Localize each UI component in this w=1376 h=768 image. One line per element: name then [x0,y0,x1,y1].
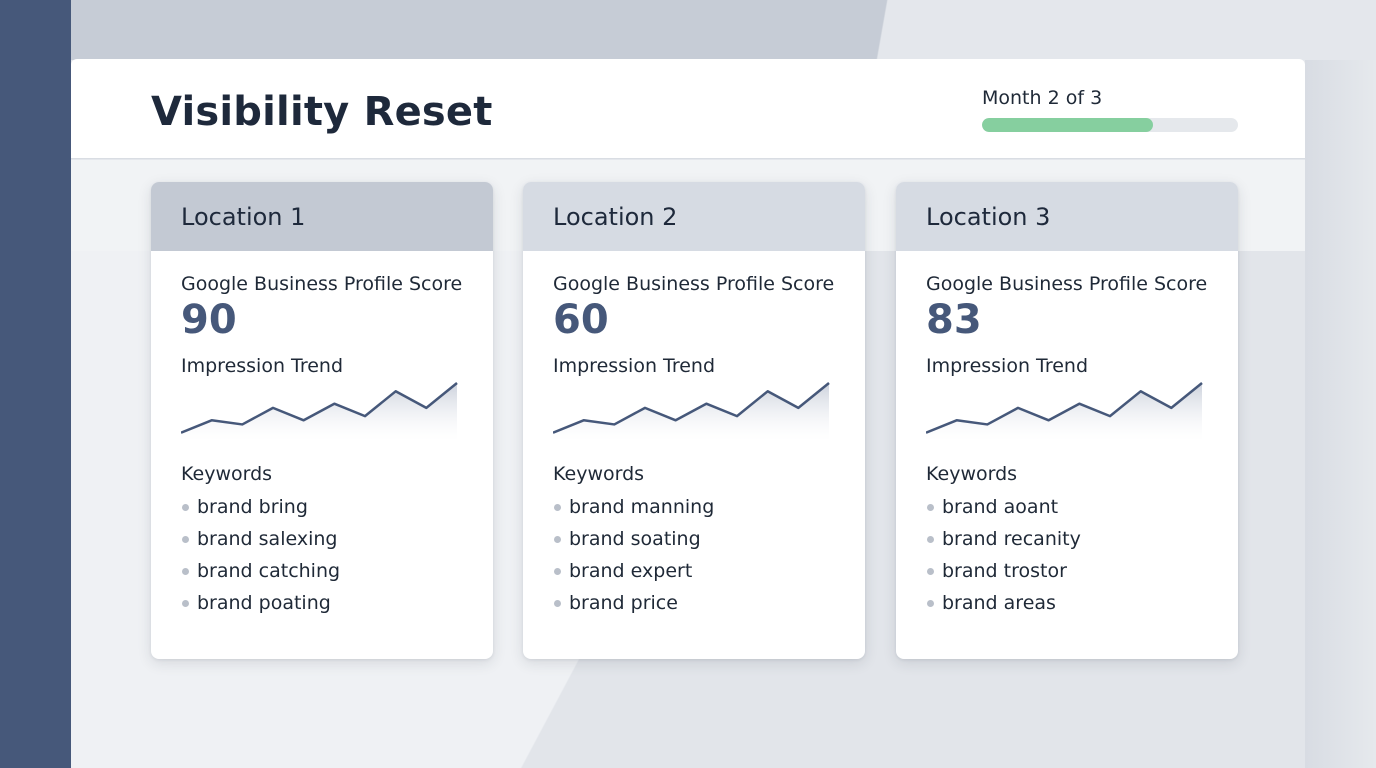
score-value: 90 [181,297,237,343]
score-label: Google Business Profile Score [181,273,463,295]
keyword-item: brand trostor [926,555,1208,587]
keyword-text: brand catching [197,560,341,582]
progress-bar [982,118,1238,132]
progress-bar-fill [982,118,1153,132]
keyword-text: brand recanity [942,528,1081,550]
score-label: Google Business Profile Score [553,273,835,295]
dashboard-header: Visibility Reset Month 2 of 3 [71,59,1305,159]
top-background-band [71,0,1376,60]
keyword-text: brand salexing [197,528,338,550]
keyword-item: brand bring [181,491,463,523]
keyword-item: brand aoant [926,491,1208,523]
keyword-text: brand expert [569,560,693,582]
keyword-item: brand catching [181,555,463,587]
bullet-icon [554,568,561,575]
keyword-text: brand manning [569,496,715,518]
location-card-title: Location 3 [896,182,1238,251]
location-card-title: Location 2 [523,182,865,251]
keyword-text: brand bring [197,496,308,518]
keyword-item: brand poating [181,587,463,619]
bullet-icon [554,504,561,511]
impression-trend-sparkline [926,382,1203,441]
keywords-label: Keywords [553,463,645,485]
keyword-list: brand aoant brand recanity brand trostor… [926,491,1208,619]
bullet-icon [182,600,189,607]
keywords-label: Keywords [926,463,1018,485]
keyword-text: brand soating [569,528,701,550]
keyword-item: brand soating [553,523,835,555]
bullet-icon [927,568,934,575]
keyword-item: brand recanity [926,523,1208,555]
keyword-text: brand price [569,592,678,614]
bullet-icon [182,536,189,543]
keyword-item: brand price [553,587,835,619]
location-card: Location 1 Google Business Profile Score… [151,182,493,659]
keyword-text: brand poating [197,592,331,614]
keyword-text: brand trostor [942,560,1067,582]
bullet-icon [927,600,934,607]
keyword-list: brand bring brand salexing brand catchin… [181,491,463,619]
keyword-text: brand areas [942,592,1056,614]
trend-label: Impression Trend [181,355,344,377]
bullet-icon [182,504,189,511]
keyword-item: brand manning [553,491,835,523]
keyword-item: brand areas [926,587,1208,619]
impression-trend-sparkline [181,382,458,441]
left-sidebar-stripe [0,0,71,768]
keywords-label: Keywords [181,463,273,485]
location-card: Location 3 Google Business Profile Score… [896,182,1238,659]
location-card-title: Location 1 [151,182,493,251]
progress-label: Month 2 of 3 [982,87,1103,109]
keyword-list: brand manning brand soating brand expert… [553,491,835,619]
trend-label: Impression Trend [926,355,1089,377]
score-value: 60 [553,297,609,343]
score-label: Google Business Profile Score [926,273,1208,295]
bullet-icon [554,600,561,607]
keyword-item: brand salexing [181,523,463,555]
trend-label: Impression Trend [553,355,716,377]
impression-trend-sparkline [553,382,830,441]
score-value: 83 [926,297,982,343]
right-edge-panel [1305,60,1376,768]
bullet-icon [927,536,934,543]
bullet-icon [927,504,934,511]
bullet-icon [554,536,561,543]
location-card: Location 2 Google Business Profile Score… [523,182,865,659]
page-title: Visibility Reset [151,89,493,135]
bullet-icon [182,568,189,575]
keyword-item: brand expert [553,555,835,587]
keyword-text: brand aoant [942,496,1059,518]
